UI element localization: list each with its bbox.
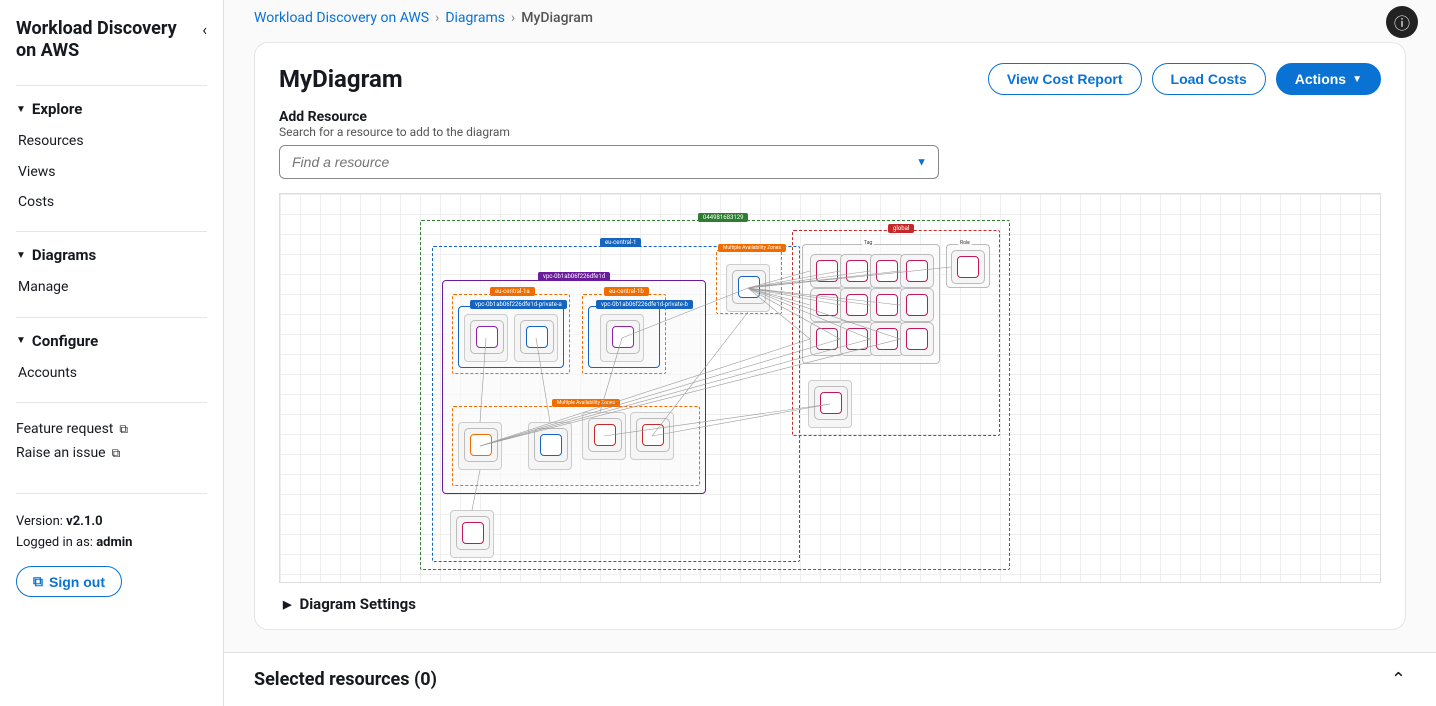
breadcrumb: Workload Discovery on AWS › Diagrams › M…	[224, 0, 1436, 36]
diagram-settings-toggle[interactable]: ▶ Diagram Settings	[279, 583, 1381, 617]
resource-node[interactable]	[600, 314, 644, 362]
breadcrumb-root[interactable]: Workload Discovery on AWS	[254, 10, 429, 26]
view-cost-report-button[interactable]: View Cost Report	[988, 63, 1142, 95]
button-label: Sign out	[49, 574, 105, 590]
resource-node[interactable]	[630, 412, 674, 460]
version-label: Version:	[16, 514, 66, 529]
section-label: Configure	[32, 332, 98, 350]
role-node[interactable]	[951, 250, 985, 284]
sidebar-item-accounts[interactable]: Accounts	[16, 358, 207, 388]
tag-node[interactable]	[810, 254, 844, 288]
resource-node[interactable]	[528, 422, 572, 470]
subnet2-badge: vpc-0b1ab06f226dfe1d-private-b	[596, 300, 693, 309]
resource-node[interactable]	[450, 510, 494, 558]
add-resource-group: Add Resource Search for a resource to ad…	[279, 109, 1381, 179]
tag-node[interactable]	[810, 288, 844, 322]
breadcrumb-current: MyDiagram	[521, 10, 593, 26]
tag-node[interactable]	[870, 288, 904, 322]
main-content: ⓘ Workload Discovery on AWS › Diagrams ›…	[224, 0, 1436, 706]
tag-label: Tag	[862, 240, 874, 246]
resource-node[interactable]	[582, 412, 626, 460]
tag-node[interactable]	[870, 254, 904, 288]
sign-out-button[interactable]: ⧉ Sign out	[16, 566, 122, 597]
caret-down-icon: ▼	[16, 104, 26, 115]
tag-node[interactable]	[810, 322, 844, 356]
sidebar-item-resources[interactable]: Resources	[16, 126, 207, 156]
selected-title: Selected resources (0)	[254, 669, 437, 690]
tag-node[interactable]	[900, 288, 934, 322]
az1-badge: eu-central-1a	[490, 287, 535, 296]
caret-down-icon: ▼	[16, 335, 26, 346]
section-label: Diagrams	[32, 246, 96, 264]
resource-search-input[interactable]	[279, 145, 939, 179]
caret-right-icon: ▶	[283, 598, 291, 611]
maz-right-badge: Multiple Availability Zones	[718, 244, 786, 252]
section-diagrams[interactable]: ▼ Diagrams	[16, 246, 207, 264]
feature-request-link[interactable]: Feature request ⧉	[16, 417, 207, 441]
diagram-canvas[interactable]: 044981683129 eu-central-1 global vpc-0b1…	[279, 193, 1381, 583]
external-link-icon: ⧉	[33, 573, 43, 590]
logged-label: Logged in as:	[16, 535, 96, 550]
sidebar-item-views[interactable]: Views	[16, 157, 207, 187]
tag-node[interactable]	[840, 322, 874, 356]
section-configure[interactable]: ▼ Configure	[16, 332, 207, 350]
link-label: Raise an issue	[16, 445, 106, 461]
raise-issue-link[interactable]: Raise an issue ⧉	[16, 441, 207, 465]
account-badge: 044981683129	[698, 213, 748, 222]
user-value: admin	[96, 535, 132, 550]
help-button[interactable]: ⓘ	[1386, 6, 1418, 38]
app-title: Workload Discovery on AWS	[16, 18, 186, 61]
chevron-right-icon: ›	[511, 10, 515, 26]
tag-node[interactable]	[900, 254, 934, 288]
subnet1-badge: vpc-0b1ab06f226dfe1d-private-a	[470, 300, 567, 309]
chevron-right-icon: ›	[435, 10, 439, 26]
external-link-icon: ⧉	[112, 446, 121, 461]
add-resource-desc: Search for a resource to add to the diag…	[279, 125, 1381, 139]
resource-node[interactable]	[726, 264, 770, 312]
actions-button[interactable]: Actions ▼	[1276, 63, 1381, 95]
version-value: v2.1.0	[66, 514, 103, 529]
page-title: MyDiagram	[279, 65, 403, 93]
resource-node[interactable]	[514, 314, 558, 362]
tag-node[interactable]	[840, 288, 874, 322]
chevron-up-icon[interactable]: ⌃	[1391, 669, 1406, 690]
resource-node[interactable]	[464, 314, 508, 362]
sidebar-item-manage[interactable]: Manage	[16, 272, 207, 302]
sidebar-collapse-icon[interactable]: ‹	[202, 18, 207, 39]
caret-down-icon: ▼	[1352, 74, 1362, 85]
settings-label: Diagram Settings	[299, 595, 415, 613]
resource-node[interactable]	[458, 422, 502, 470]
az2-badge: eu-central-1b	[604, 287, 649, 296]
external-link-icon: ⧉	[119, 422, 128, 437]
selected-resources-bar[interactable]: Selected resources (0) ⌃	[224, 652, 1436, 706]
resource-node[interactable]	[808, 380, 852, 428]
region-badge: eu-central-1	[600, 238, 641, 247]
maz-badge: Multiple Availability Zones	[552, 399, 620, 407]
tag-node[interactable]	[840, 254, 874, 288]
sidebar-item-costs[interactable]: Costs	[16, 187, 207, 217]
breadcrumb-diagrams[interactable]: Diagrams	[445, 10, 505, 26]
diagram-panel: MyDiagram View Cost Report Load Costs Ac…	[254, 42, 1406, 630]
caret-down-icon: ▼	[16, 250, 26, 261]
section-explore[interactable]: ▼ Explore	[16, 100, 207, 118]
section-label: Explore	[32, 100, 82, 118]
add-resource-label: Add Resource	[279, 109, 1381, 125]
vpc-badge: vpc-0b1ab06f226dfe1d	[538, 272, 610, 281]
load-costs-button[interactable]: Load Costs	[1152, 63, 1266, 95]
tag-node[interactable]	[900, 322, 934, 356]
tag-node[interactable]	[870, 322, 904, 356]
button-label: Actions	[1295, 71, 1346, 87]
sidebar-meta: Version: v2.1.0 Logged in as: admin ⧉ Si…	[16, 493, 207, 597]
global-badge: global	[888, 224, 914, 233]
role-label: Role	[958, 240, 972, 246]
link-label: Feature request	[16, 421, 113, 437]
sidebar: Workload Discovery on AWS ‹ ▼ Explore Re…	[0, 0, 224, 706]
info-icon: ⓘ	[1394, 10, 1410, 34]
